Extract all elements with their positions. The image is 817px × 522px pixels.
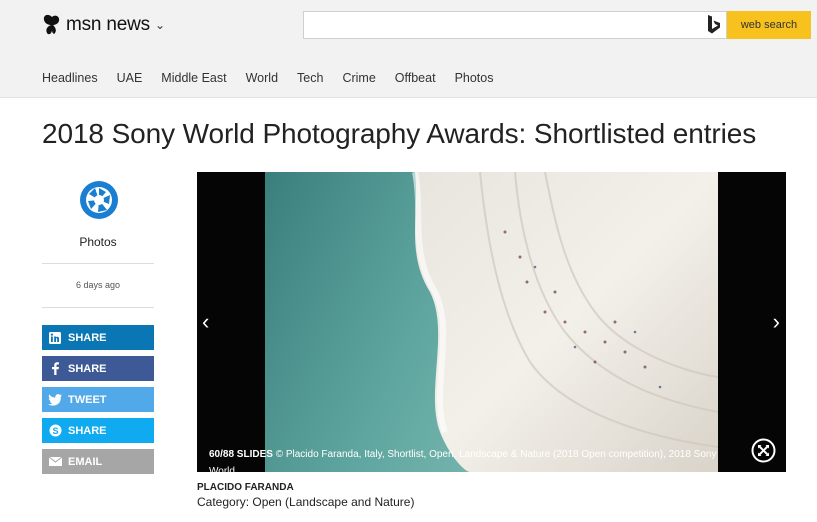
share-label: EMAIL	[68, 455, 103, 468]
facebook-icon	[42, 362, 68, 375]
slide-caption: 60/88 SLIDES © Placido Faranda, Italy, S…	[209, 446, 729, 472]
header-bar: msn news ⌄ web search Headlines UAE Midd…	[0, 0, 817, 98]
nav-offbeat[interactable]: Offbeat	[395, 71, 436, 85]
share-label: SHARE	[68, 424, 107, 437]
page-title: 2018 Sony World Photography Awards: Shor…	[42, 118, 757, 149]
nav-photos[interactable]: Photos	[455, 71, 494, 85]
msn-butterfly-icon	[43, 14, 60, 35]
twitter-tweet-button[interactable]: TWEET	[42, 387, 154, 412]
previous-slide-arrow[interactable]: ‹	[202, 309, 209, 335]
svg-text:S: S	[52, 426, 58, 436]
share-label: SHARE	[68, 331, 107, 344]
web-search-button[interactable]: web search	[727, 11, 811, 39]
nav-crime[interactable]: Crime	[342, 71, 375, 85]
slideshow-viewer[interactable]: ‹ › 60/88 SLIDES © Placido Faranda, Ital…	[197, 172, 786, 472]
divider	[42, 307, 154, 308]
nav-middle-east[interactable]: Middle East	[161, 71, 226, 85]
nav-headlines[interactable]: Headlines	[42, 71, 98, 85]
bing-icon	[708, 15, 720, 34]
share-label: TWEET	[68, 393, 107, 406]
fullscreen-icon[interactable]	[751, 438, 776, 463]
email-icon	[42, 457, 68, 466]
slide-counter: 60/88 SLIDES	[209, 449, 273, 460]
twitter-icon	[42, 393, 68, 406]
facebook-share-button[interactable]: SHARE	[42, 356, 154, 381]
share-label: SHARE	[68, 362, 107, 375]
photo-credit: PLACIDO FARANDA	[197, 482, 294, 493]
skype-icon: S	[42, 424, 68, 437]
source-name[interactable]: Photos	[42, 235, 154, 249]
skype-share-button[interactable]: S SHARE	[42, 418, 154, 443]
photo-category: Category: Open (Landscape and Nature)	[197, 495, 415, 509]
linkedin-icon	[42, 331, 68, 344]
msn-news-logo[interactable]: msn news ⌄	[42, 11, 165, 39]
nav-tech[interactable]: Tech	[297, 71, 323, 85]
nav-uae[interactable]: UAE	[117, 71, 143, 85]
article-age: 6 days ago	[75, 280, 121, 290]
section-nav: Headlines UAE Middle East World Tech Cri…	[42, 71, 512, 85]
brand-name: msn news	[66, 14, 150, 35]
divider	[42, 263, 154, 264]
chevron-down-icon[interactable]: ⌄	[155, 18, 165, 32]
search-input[interactable]	[303, 11, 727, 39]
email-share-button[interactable]: EMAIL	[42, 449, 154, 474]
next-slide-arrow[interactable]: ›	[773, 309, 780, 335]
linkedin-share-button[interactable]: SHARE	[42, 325, 154, 350]
nav-world[interactable]: World	[246, 71, 278, 85]
search-bar: web search	[303, 11, 811, 39]
slide-photo	[265, 172, 718, 472]
photos-source-icon[interactable]	[79, 180, 119, 220]
slide-caption-text: © Placido Faranda, Italy, Shortlist, Ope…	[209, 449, 717, 472]
